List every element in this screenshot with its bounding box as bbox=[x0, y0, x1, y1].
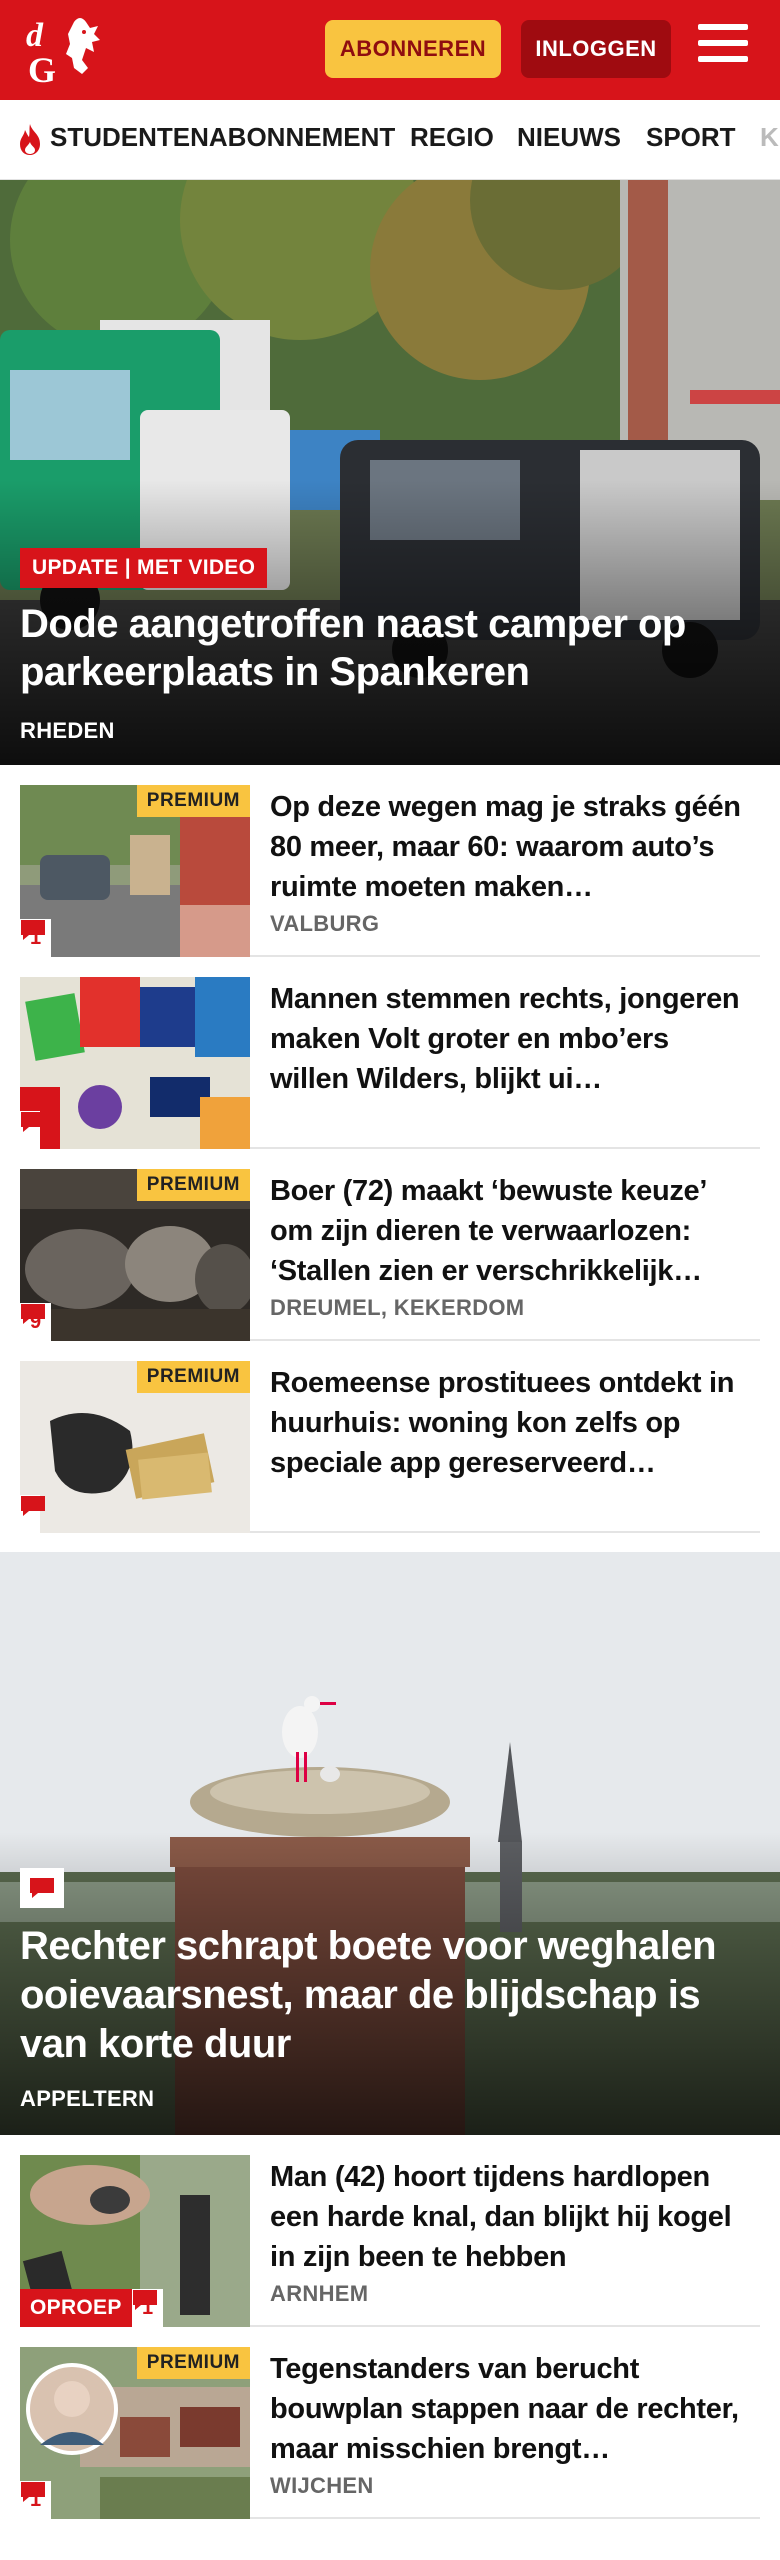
article-title[interactable]: Man (42) hoort tijdens hardlopen een har… bbox=[270, 2157, 750, 2277]
premium-badge: PREMIUM bbox=[136, 1169, 250, 1201]
hero2-location: APPELTERN bbox=[20, 2086, 155, 2111]
nav-item-regio[interactable]: REGIO bbox=[410, 122, 494, 153]
article-list-2: OPROEP 1 Man (42) hoort tijdens hardlope… bbox=[20, 2135, 760, 2519]
svg-text:d: d bbox=[26, 17, 44, 54]
login-button[interactable]: INLOGGEN bbox=[521, 20, 671, 78]
premium-badge: PREMIUM bbox=[136, 1361, 250, 1393]
article-thumbnail: PREMIUM bbox=[20, 1361, 250, 1533]
list-item[interactable]: PREMIUM 9 Boer (72) maakt ‘bewuste keuze… bbox=[20, 1149, 760, 1341]
article-location: WIJCHEN bbox=[270, 2473, 374, 2498]
comment-icon bbox=[21, 1496, 45, 1516]
svg-text:G: G bbox=[28, 50, 56, 90]
article-title[interactable]: Mannen stemmen rechts, jongeren maken Vo… bbox=[270, 979, 750, 1099]
flame-icon bbox=[20, 124, 40, 155]
nav-item-nieuws[interactable]: NIEUWS bbox=[517, 122, 621, 153]
oproep-badge: OPROEP bbox=[20, 2289, 132, 2327]
article-title[interactable]: Tegenstanders van berucht bouwplan stapp… bbox=[270, 2349, 750, 2469]
comment-icon bbox=[21, 1112, 45, 1132]
hero-article[interactable]: UPDATE | MET VIDEO Dode aangetroffen naa… bbox=[0, 180, 780, 765]
article-thumbnail: OPROEP 1 bbox=[20, 2155, 250, 2327]
nav-item-sport[interactable]: SPORT bbox=[646, 122, 736, 153]
list-item[interactable]: OPROEP 1 Man (42) hoort tijdens hardlope… bbox=[20, 2135, 760, 2327]
comment-badge: 9 bbox=[20, 1303, 52, 1341]
article-location: VALBURG bbox=[270, 911, 380, 936]
list-item[interactable]: Mannen stemmen rechts, jongeren maken Vo… bbox=[20, 957, 760, 1149]
article-title[interactable]: Boer (72) maakt ‘bewuste keuze’ om zijn … bbox=[270, 1171, 750, 1291]
list-item[interactable]: PREMIUM Roemeense prostituees ontdekt in… bbox=[20, 1341, 760, 1533]
comment-icon bbox=[21, 920, 45, 940]
hero-article-2[interactable]: Rechter schrapt boete voor weghalen ooie… bbox=[0, 1552, 780, 2135]
comment-badge: 1 bbox=[132, 2289, 164, 2327]
article-location: ARNHEM bbox=[270, 2281, 369, 2306]
site-header: d G ABONNEREN INLOGGEN bbox=[0, 0, 780, 100]
comment-icon bbox=[30, 1878, 54, 1898]
comment-icon bbox=[133, 2290, 157, 2310]
list-item[interactable]: PREMIUM 1 Op deze wegen mag je straks gé… bbox=[20, 765, 760, 957]
comment-icon bbox=[21, 2482, 45, 2502]
hero-title[interactable]: Dode aangetroffen naast camper op parkee… bbox=[20, 600, 760, 696]
article-thumbnail: PREMIUM 1 bbox=[20, 785, 250, 957]
comment-badge bbox=[20, 1495, 45, 1533]
comment-badge: 1 bbox=[20, 2481, 52, 2519]
comment-badge bbox=[20, 1111, 45, 1149]
comment-badge: 1 bbox=[20, 919, 52, 957]
list-item[interactable]: PREMIUM 1 Tegenstanders van berucht bouw… bbox=[20, 2327, 760, 2519]
article-title[interactable]: Roemeense prostituees ontdekt in huurhui… bbox=[270, 1363, 750, 1483]
menu-icon[interactable] bbox=[698, 24, 752, 74]
article-title[interactable]: Op deze wegen mag je straks géén 80 meer… bbox=[270, 787, 750, 907]
hero-location: RHEDEN bbox=[20, 718, 115, 743]
article-thumbnail bbox=[20, 977, 250, 1149]
article-list: PREMIUM 1 Op deze wegen mag je straks gé… bbox=[20, 765, 760, 1533]
nav-item-more[interactable]: K bbox=[760, 122, 779, 153]
comment-icon bbox=[21, 1304, 45, 1324]
article-location: DREUMEL, KEKERDOM bbox=[270, 1295, 525, 1320]
nav-item-studentenabonnement[interactable]: STUDENTENABONNEMENT bbox=[50, 122, 395, 153]
hero2-title[interactable]: Rechter schrapt boete voor weghalen ooie… bbox=[20, 1922, 760, 2069]
premium-badge: PREMIUM bbox=[136, 2347, 250, 2379]
article-thumbnail: PREMIUM 9 bbox=[20, 1169, 250, 1341]
article-thumbnail: PREMIUM 1 bbox=[20, 2347, 250, 2519]
section-nav: STUDENTENABONNEMENT REGIO NIEUWS SPORT K bbox=[0, 100, 780, 180]
hero-tag: UPDATE | MET VIDEO bbox=[20, 548, 268, 588]
logo-icon[interactable]: d G bbox=[22, 10, 118, 90]
premium-badge: PREMIUM bbox=[136, 785, 250, 817]
subscribe-button[interactable]: ABONNEREN bbox=[325, 20, 501, 78]
comment-badge bbox=[20, 1868, 64, 1908]
